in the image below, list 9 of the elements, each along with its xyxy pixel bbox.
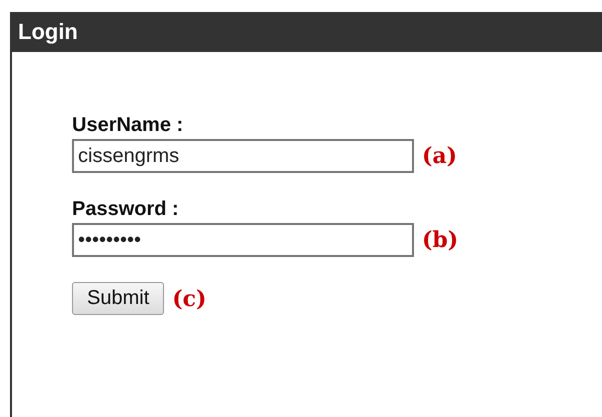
- annotation-label: (b): [422, 227, 458, 253]
- input-field[interactable]: cissengrms: [72, 139, 414, 173]
- field-label: UserName :: [72, 114, 184, 137]
- annotation-label: (c): [172, 286, 206, 312]
- input-field[interactable]: •••••••••: [72, 223, 414, 257]
- annotation-label: (a): [422, 143, 458, 169]
- submit-button[interactable]: Submit: [72, 282, 164, 315]
- field-label: Password :: [72, 198, 179, 221]
- window-title: Login: [12, 12, 602, 52]
